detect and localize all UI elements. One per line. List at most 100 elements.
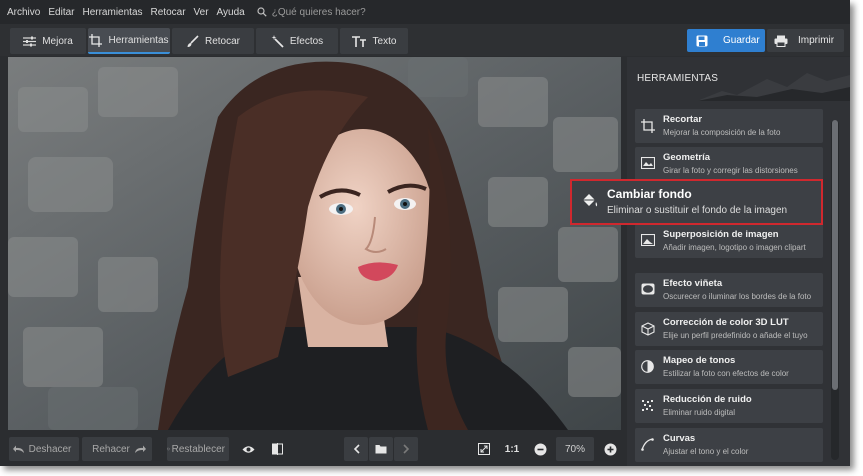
tool-lut[interactable]: Corrección de color 3D LUT Elije un perf… (635, 312, 823, 346)
search-box[interactable]: ¿Qué quieres hacer? (257, 7, 366, 18)
crop-icon (89, 33, 103, 47)
redo-icon (134, 445, 146, 453)
tool-desc: Oscurecer o iluminar los bordes de la fo… (663, 292, 812, 301)
bottom-toolbar: Deshacer Rehacer Restablecer 1:1 70% (0, 432, 626, 466)
search-icon (257, 7, 267, 17)
save-icon (696, 35, 708, 46)
tool-ruido[interactable]: Reducción de ruido Eliminar ruido digita… (635, 389, 823, 423)
redo-button[interactable]: Rehacer (82, 437, 152, 461)
save-button[interactable]: Guardar (687, 29, 765, 52)
tool-desc: Estilizar la foto con efectos de color (663, 369, 789, 378)
plus-circle-icon (604, 443, 616, 455)
paint-bucket-icon (582, 194, 598, 207)
tone-mapping-icon (641, 360, 654, 373)
highlight-title: Cambiar fondo (607, 187, 692, 201)
portrait-photo (8, 57, 621, 430)
magic-wand-icon (271, 34, 284, 48)
menu-bar: Archivo Editar Herramientas Retocar Ver … (0, 0, 850, 24)
tab-label: Herramientas (108, 34, 169, 46)
actual-size-button[interactable]: 1:1 (501, 437, 523, 461)
tab-bar: Mejora Herramientas Retocar Efectos Text… (0, 24, 850, 56)
menu-ayuda[interactable]: Ayuda (217, 7, 245, 18)
tool-desc: Añadir imagen, logotipo o imagen clipart (663, 243, 806, 252)
fit-screen-button[interactable] (474, 437, 494, 461)
tool-cambiar-fondo[interactable]: Cambiar fondo Eliminar o sustituir el fo… (570, 179, 823, 225)
tool-title: Recortar (663, 114, 703, 125)
tool-title: Reducción de ruido (663, 394, 752, 405)
undo-button[interactable]: Deshacer (9, 437, 79, 461)
print-button[interactable]: Imprimir (767, 29, 844, 52)
photo-canvas[interactable] (8, 57, 621, 430)
panel-title: HERRAMIENTAS (637, 73, 719, 84)
highlight-desc: Eliminar o sustituir el fondo de la imag… (607, 205, 788, 216)
tool-geometria[interactable]: Geometría Girar la foto y corregir las d… (635, 147, 823, 181)
prev-photo-button[interactable] (344, 437, 368, 461)
tool-title: Corrección de color 3D LUT (663, 317, 789, 328)
zoom-out-button[interactable] (530, 437, 550, 461)
tool-desc: Ajustar el tono y el color (663, 447, 749, 456)
sliders-icon (23, 36, 37, 46)
reset-label: Restablecer (171, 443, 225, 455)
printer-icon (774, 35, 788, 47)
tool-vineta[interactable]: Efecto viñeta Oscurecer o iluminar los b… (635, 273, 823, 307)
compare-icon (271, 443, 283, 455)
open-folder-button[interactable] (369, 437, 393, 461)
fit-screen-icon (478, 443, 490, 455)
chevron-left-icon (353, 444, 360, 454)
brush-icon (187, 34, 199, 47)
mountains-decoration (697, 73, 850, 101)
tool-recortar[interactable]: Recortar Mejorar la composición de la fo… (635, 109, 823, 143)
tab-mejora[interactable]: Mejora (10, 28, 86, 54)
zoom-in-button[interactable] (600, 437, 620, 461)
tool-superposicion[interactable]: Superposición de imagen Añadir imagen, l… (635, 224, 823, 258)
menu-editar[interactable]: Editar (48, 7, 74, 18)
noise-icon (642, 400, 653, 411)
menu-ver[interactable]: Ver (194, 7, 209, 18)
chevron-right-icon (402, 444, 409, 454)
preview-button[interactable] (237, 437, 259, 461)
curves-icon (641, 438, 654, 451)
app-window: Archivo Editar Herramientas Retocar Ver … (0, 0, 850, 466)
tool-curvas[interactable]: Curvas Ajustar el tono y el color (635, 428, 823, 462)
menu-retocar[interactable]: Retocar (151, 7, 186, 18)
vignette-icon (641, 283, 655, 295)
tool-title: Curvas (663, 433, 696, 444)
compare-button[interactable] (266, 437, 288, 461)
menu-herramientas[interactable]: Herramientas (82, 7, 142, 18)
tool-desc: Eliminar ruido digital (663, 408, 736, 417)
print-label: Imprimir (798, 35, 835, 46)
lut-cube-icon (641, 322, 655, 336)
redo-label: Rehacer (92, 443, 130, 455)
eye-icon (242, 445, 254, 453)
zoom-level[interactable]: 70% (556, 437, 594, 461)
panel-scroll-thumb[interactable] (832, 120, 838, 390)
folder-icon (375, 445, 387, 454)
tab-texto[interactable]: Texto (340, 28, 408, 54)
undo-label: Deshacer (28, 443, 72, 455)
tool-desc: Mejorar la composición de la foto (663, 128, 781, 137)
menu-archivo[interactable]: Archivo (7, 7, 40, 18)
geometry-icon (641, 157, 655, 169)
tool-desc: Elije un perfil predefinido o añade el t… (663, 331, 808, 340)
image-overlay-icon (641, 234, 655, 246)
tool-mapeo[interactable]: Mapeo de tonos Estilizar la foto con efe… (635, 350, 823, 384)
minus-circle-icon (534, 443, 546, 455)
tab-label: Texto (372, 35, 397, 47)
search-placeholder: ¿Qué quieres hacer? (271, 6, 366, 18)
tool-title: Mapeo de tonos (663, 355, 736, 366)
undo-icon (12, 445, 24, 453)
tool-title: Efecto viñeta (663, 278, 723, 289)
save-label: Guardar (723, 35, 760, 46)
text-icon (351, 35, 366, 47)
tab-herramientas[interactable]: Herramientas (88, 28, 170, 54)
tools-panel: HERRAMIENTAS Recortar Mejorar la composi… (627, 57, 850, 466)
tab-retocar[interactable]: Retocar (172, 28, 254, 54)
tool-title: Superposición de imagen (663, 229, 779, 240)
tool-desc: Girar la foto y corregir las distorsione… (663, 166, 798, 175)
tab-efectos[interactable]: Efectos (256, 28, 338, 54)
tab-label: Retocar (204, 35, 240, 47)
next-photo-button[interactable] (394, 437, 418, 461)
reset-button[interactable]: Restablecer (167, 437, 229, 461)
tab-label: Mejora (42, 35, 73, 47)
tool-title: Geometría (663, 152, 710, 163)
